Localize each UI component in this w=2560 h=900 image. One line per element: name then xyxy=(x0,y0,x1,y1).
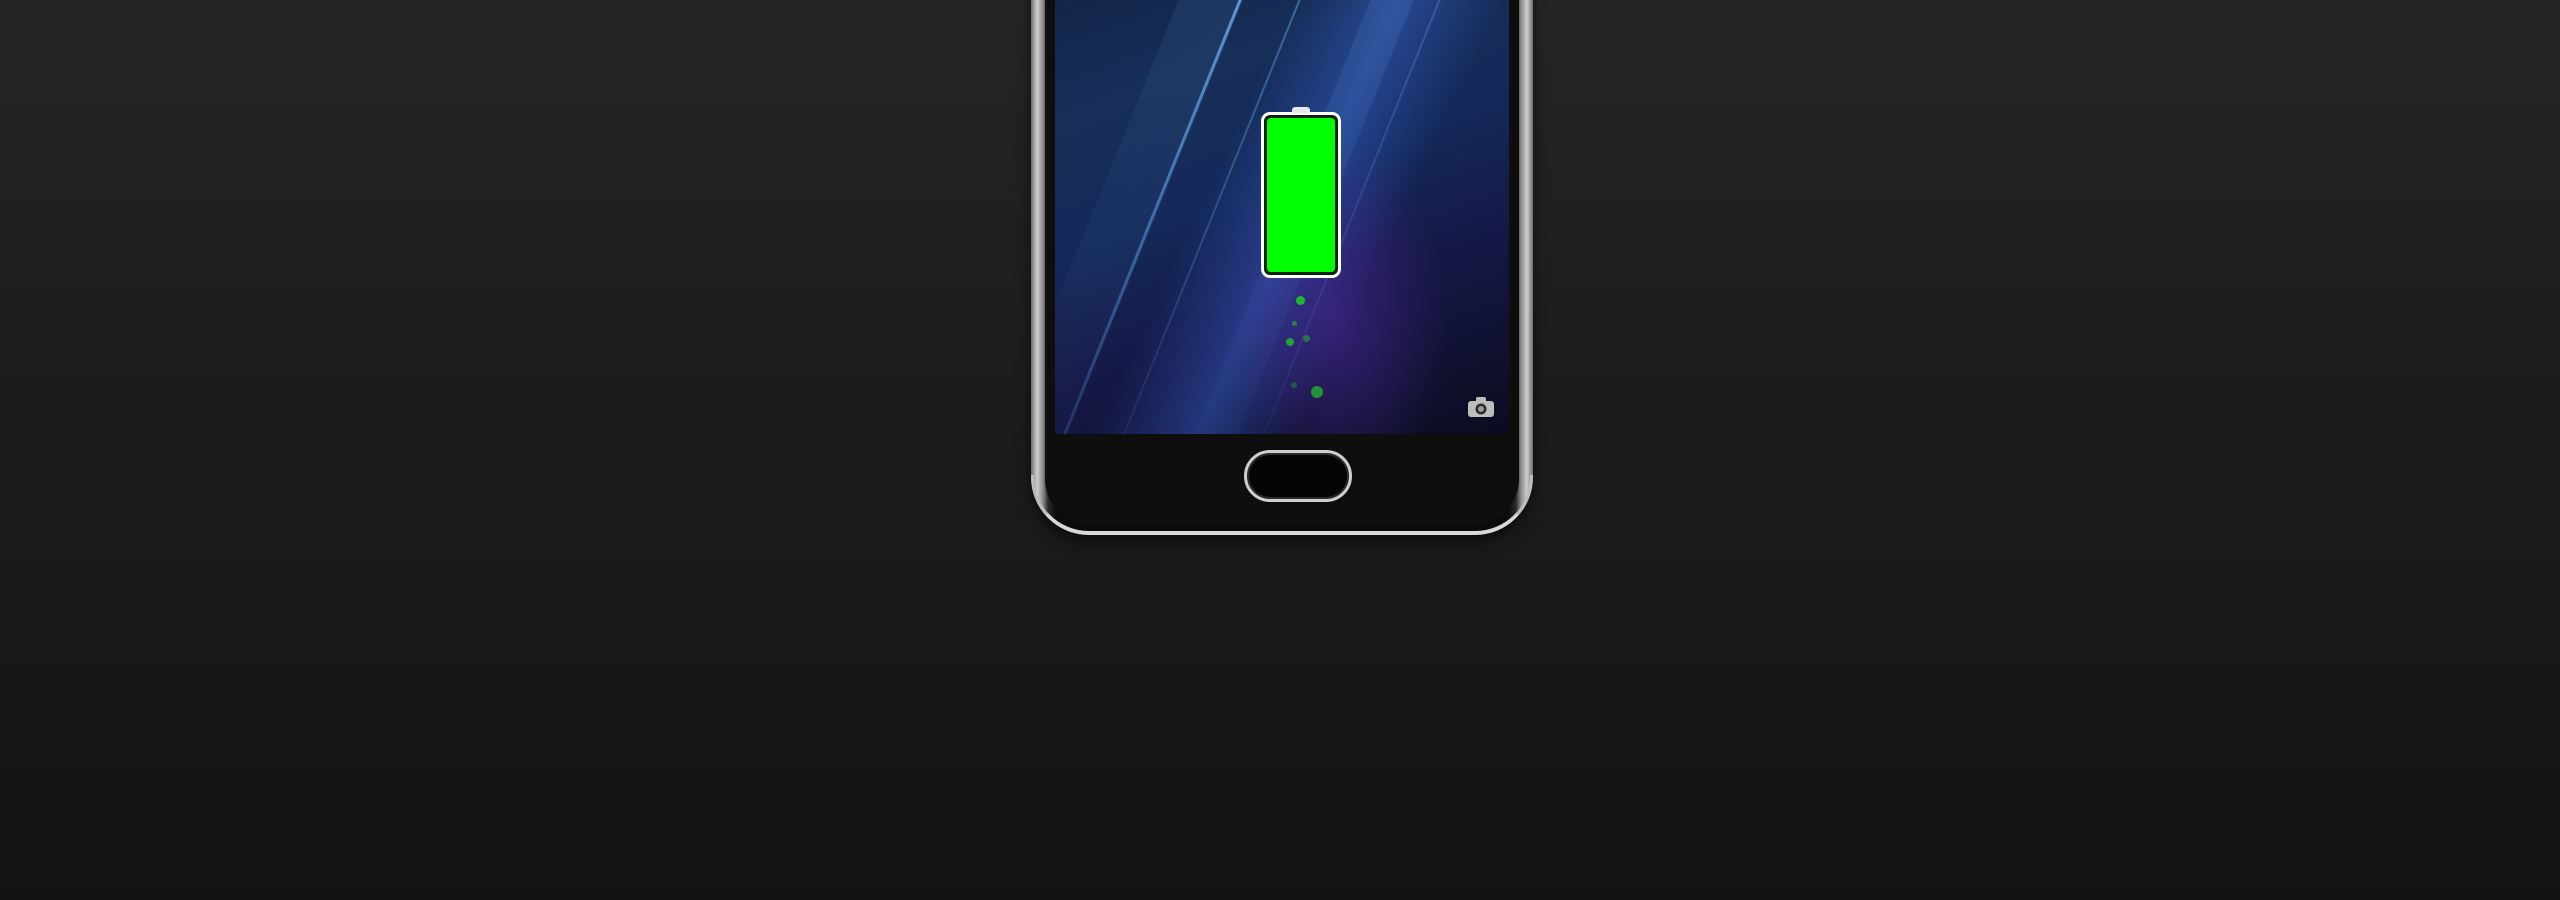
camera-icon xyxy=(1468,397,1494,417)
charging-particle xyxy=(1296,296,1305,305)
battery-fill-track xyxy=(1267,118,1335,272)
battery-icon xyxy=(1261,107,1341,278)
camera-shortcut-button[interactable] xyxy=(1465,394,1497,420)
charging-particle xyxy=(1311,386,1323,398)
charging-particle xyxy=(1292,321,1297,326)
smartphone xyxy=(1031,0,1533,535)
charging-particle xyxy=(1303,335,1310,342)
charging-particle xyxy=(1291,382,1297,388)
phone-front-panel xyxy=(1045,0,1519,525)
charging-particle xyxy=(1286,338,1294,346)
background-stage xyxy=(0,0,2560,900)
battery-terminal xyxy=(1292,107,1310,113)
home-button[interactable] xyxy=(1244,450,1352,502)
lock-screen[interactable] xyxy=(1055,0,1509,434)
battery-charge-level xyxy=(1267,118,1335,272)
